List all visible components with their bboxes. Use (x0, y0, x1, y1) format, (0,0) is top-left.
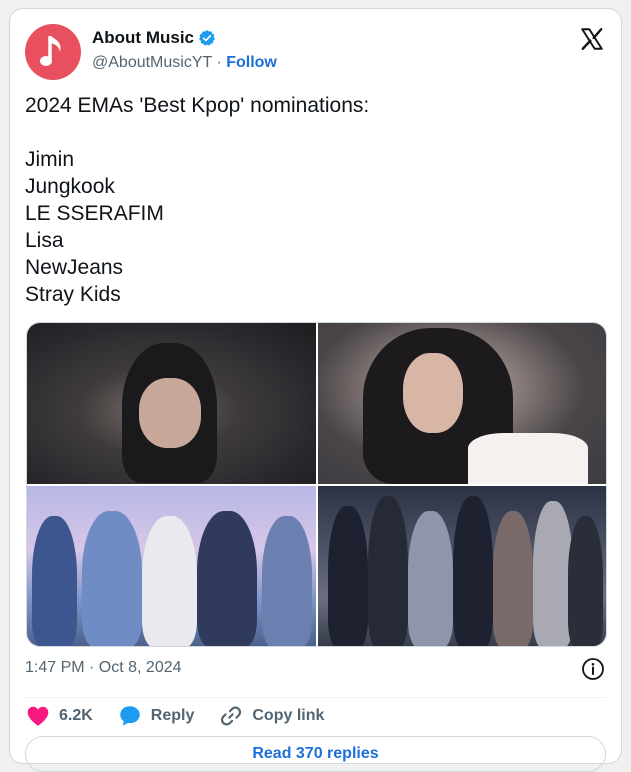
author-handle[interactable]: @AboutMusicYT (92, 54, 212, 71)
reply-label: Reply (150, 707, 195, 724)
reply-bubble-icon (120, 706, 140, 726)
tweet-line: Jungkook (25, 175, 115, 198)
handle-separator: · (212, 54, 227, 71)
photo-top-right[interactable] (318, 323, 606, 484)
photo-top-left[interactable] (27, 323, 316, 484)
like-button[interactable]: 6.2K (25, 703, 93, 729)
action-bar: 6.2K Reply Copy link (25, 702, 348, 730)
verified-badge-icon (199, 30, 215, 46)
reply-button[interactable]: Reply (117, 703, 195, 729)
tweet-line: Jimin (25, 148, 75, 171)
photo-bottom-left[interactable] (27, 486, 316, 646)
copy-link-button[interactable]: Copy link (218, 703, 324, 729)
like-count: 6.2K (59, 707, 93, 724)
link-icon (221, 706, 242, 726)
avatar[interactable] (25, 24, 81, 80)
tweet-text: 2024 EMAs 'Best Kpop' nominations: Jimin… (25, 92, 605, 308)
tweet-card: About Music @AboutMusicYT · Follow 2024 … (9, 8, 622, 772)
handle-row: @AboutMusicYT · Follow (92, 54, 277, 72)
follow-button[interactable]: Follow (226, 54, 277, 71)
tweet-line: Stray Kids (25, 283, 121, 306)
author-display-name[interactable]: About Music (92, 28, 194, 48)
photo-bottom-right[interactable] (318, 486, 606, 646)
tweet-timestamp[interactable]: 1:47 PM · Oct 8, 2024 (25, 659, 182, 677)
heart-icon (27, 706, 49, 726)
media-grid (26, 322, 607, 647)
tweet-line (25, 119, 605, 146)
info-icon[interactable] (581, 657, 605, 681)
tweet-line: LE SSERAFIM (25, 202, 164, 225)
tweet-line: Lisa (25, 229, 64, 252)
copy-link-label: Copy link (252, 707, 325, 724)
tweet-line: NewJeans (25, 256, 124, 279)
author-name-row: About Music (92, 28, 216, 48)
tweet-line: 2024 EMAs 'Best Kpop' nominations: (25, 94, 370, 117)
music-note-icon (40, 36, 61, 66)
divider (25, 697, 606, 698)
read-replies-button[interactable]: Read 370 replies (25, 736, 606, 772)
x-logo-icon[interactable] (579, 26, 605, 52)
